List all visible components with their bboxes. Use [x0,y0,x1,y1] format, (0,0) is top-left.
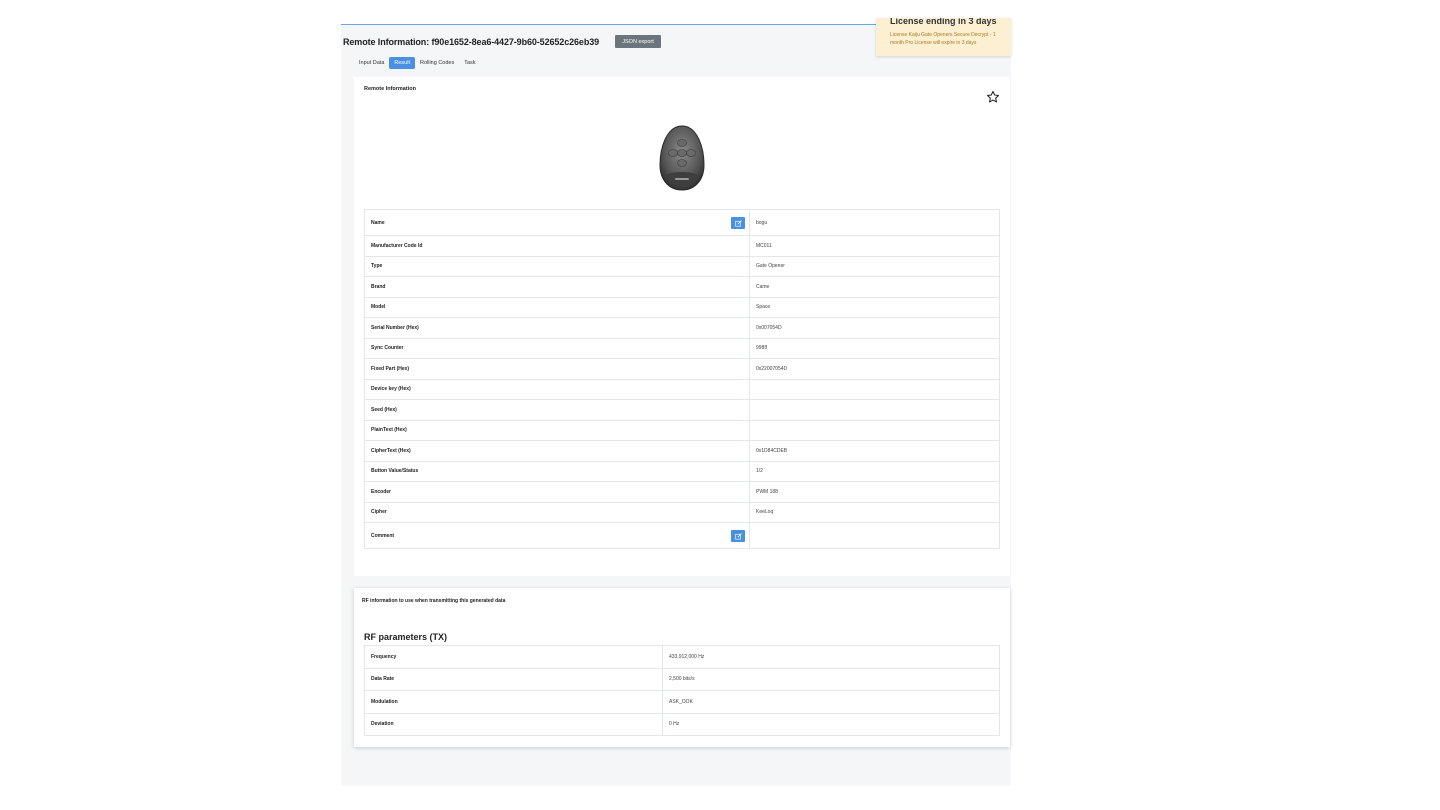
row-value: 0x22007054D [749,358,1000,380]
license-toast[interactable]: License ending in 3 days License Kaiju G… [876,18,1011,56]
row-label: Seed (Hex) [364,399,750,421]
row-value: 433,912,000 Hz [662,645,1000,669]
row-label: Brand [364,276,750,298]
remote-information-card: Remote Information Name bogu Manufacture… [354,77,1010,576]
row-value [749,522,1000,549]
row-label: CipherText (Hex) [364,440,750,462]
toast-title: License ending in 3 days [890,18,997,26]
row-value: 1/2 [749,460,1000,482]
row-value [749,378,1000,400]
table-row: Serial Number (Hex) 0x007054D [364,317,1000,339]
table-row: PlainText (Hex) [364,419,1000,441]
table-row: Type Gate Opener [364,255,1000,277]
edit-name-button[interactable] [731,217,745,229]
row-label: Data Rate [364,667,663,691]
table-row: Data Rate 2,500 bits/s [364,667,1000,691]
table-row: Deviation 0 Hz [364,712,1000,736]
row-label: PlainText (Hex) [364,419,750,441]
row-value: Space [749,296,1000,318]
row-label: Modulation [364,690,663,714]
row-value: KeeLoq [749,501,1000,523]
rf-card-title: RF information to use when transmitting … [362,598,506,604]
row-value [749,419,1000,441]
page-container: Remote Information: f90e1652-8ea6-4427-9… [341,24,1011,786]
table-row: Model Space [364,296,1000,318]
table-row: Name bogu [364,209,1000,236]
tab-result[interactable]: Result [389,57,415,69]
table-row: Fixed Part (Hex) 0x22007054D [364,358,1000,380]
row-value: 0x1D84CDEB [749,440,1000,462]
tab-rolling-codes[interactable]: Rolling Codes [415,57,459,69]
title-row: Remote Information: f90e1652-8ea6-4427-9… [343,35,599,49]
row-value: MC011 [749,235,1000,257]
row-label: Model [364,296,750,318]
row-label: Manufacturer Code Id [364,235,750,257]
row-label: Type [364,255,750,277]
table-row: Button Value/Status 1/2 [364,460,1000,482]
page-title: Remote Information: f90e1652-8ea6-4427-9… [343,37,600,47]
card-title: Remote Information [364,86,416,92]
table-row: Manufacturer Code Id MC011 [364,235,1000,257]
row-value: bogu [749,209,1000,236]
row-label: Encoder [364,481,750,503]
row-value: 2,500 bits/s [662,667,1000,691]
edit-icon [734,532,742,539]
row-label: Frequency [364,645,663,669]
table-row: Encoder PWM 188 [364,481,1000,503]
tab-bar: Input Data Result Rolling Codes Task [354,57,481,69]
row-label: Serial Number (Hex) [364,317,750,339]
row-value: 0 Hz [662,712,1000,736]
toast-body: License Kaiju Gate Openers Secure Decryp… [890,32,996,46]
remote-image [659,125,705,191]
row-label: Sync Counter [364,337,750,359]
row-value [749,399,1000,421]
rf-parameters-table: Frequency 433,912,000 Hz Data Rate 2,500 b… [364,645,1000,736]
row-value: PWM 188 [749,481,1000,503]
star-icon[interactable] [986,90,1000,104]
table-row: Modulation ASK_OOK [364,690,1000,714]
row-value: Came [749,276,1000,298]
row-value: ASK_OOK [662,690,1000,714]
row-value: 9988 [749,337,1000,359]
json-export-button[interactable]: JSON export [615,35,661,48]
table-row: CipherText (Hex) 0x1D84CDEB [364,440,1000,462]
rf-information-card: RF information to use when transmitting … [354,588,1010,747]
row-label: Cipher [364,501,750,523]
tab-task[interactable]: Task [459,57,480,69]
row-value: Gate Opener [749,255,1000,277]
table-row: Device key (Hex) [364,378,1000,400]
row-label: Deviation [364,712,663,736]
row-label: Comment [371,532,395,539]
rf-section-title: RF parameters (TX) [364,632,448,642]
row-label: Name [371,219,385,226]
table-row: Sync Counter 9988 [364,337,1000,359]
tab-input-data[interactable]: Input Data [354,57,389,69]
remote-info-table: Name bogu Manufacturer Code Id MC011 Type… [364,209,1000,549]
table-row: Cipher KeeLoq [364,501,1000,523]
table-row: Seed (Hex) [364,399,1000,421]
table-row: Brand Came [364,276,1000,298]
row-value: 0x007054D [749,317,1000,339]
edit-comment-button[interactable] [731,530,745,542]
row-label: Device key (Hex) [364,378,750,400]
row-label: Fixed Part (Hex) [364,358,750,380]
edit-icon [734,219,742,226]
table-row: Frequency 433,912,000 Hz [364,645,1000,669]
table-row: Comment [364,522,1000,549]
row-label: Button Value/Status [364,460,750,482]
